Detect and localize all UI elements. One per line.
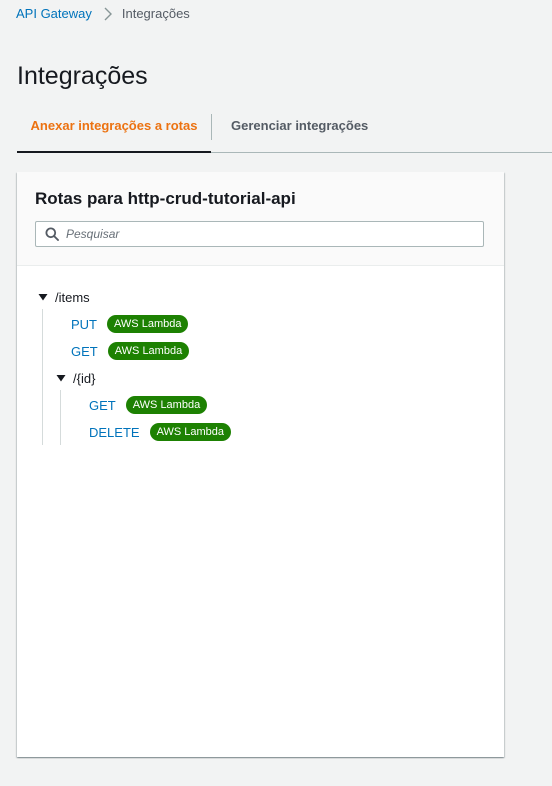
tab-bar: Anexar integrações a rotas Gerenciar int… xyxy=(17,112,552,153)
integration-badge: AWS Lambda xyxy=(125,396,208,414)
integration-badge: AWS Lambda xyxy=(149,423,232,441)
caret-down-icon[interactable] xyxy=(56,373,66,383)
routes-panel: Rotas para http-crud-tutorial-api /items… xyxy=(17,172,504,757)
page-title: Integrações xyxy=(17,62,148,90)
panel-title: Rotas para http-crud-tutorial-api xyxy=(35,189,296,208)
caret-down-icon[interactable] xyxy=(38,292,48,302)
breadcrumb-current: Integrações xyxy=(121,6,190,21)
route-method-item[interactable]: GET AWS Lambda xyxy=(89,395,208,415)
tree-guide-line xyxy=(60,390,61,445)
method-link[interactable]: PUT xyxy=(71,317,97,332)
route-method-item[interactable]: DELETE AWS Lambda xyxy=(89,422,232,442)
breadcrumb-api-gateway-link[interactable]: API Gateway xyxy=(16,6,92,21)
search-box[interactable] xyxy=(35,221,484,247)
tree-guide-line xyxy=(42,309,43,445)
integration-badge: AWS Lambda xyxy=(107,342,190,360)
tab-attach-integrations[interactable]: Anexar integrações a rotas xyxy=(17,112,211,153)
chevron-right-icon xyxy=(104,7,112,21)
route-path-label: /{id} xyxy=(73,370,96,386)
search-icon xyxy=(45,227,59,241)
tab-manage-integrations[interactable]: Gerenciar integrações xyxy=(231,112,368,151)
tab-divider xyxy=(211,114,212,140)
breadcrumb: API Gateway Integrações xyxy=(16,6,190,21)
panel-header: Rotas para http-crud-tutorial-api xyxy=(17,172,504,266)
method-link[interactable]: DELETE xyxy=(89,425,140,440)
method-link[interactable]: GET xyxy=(89,398,116,413)
route-node-id[interactable]: /{id} xyxy=(56,368,95,388)
search-input[interactable] xyxy=(66,227,483,241)
route-method-item[interactable]: GET AWS Lambda xyxy=(71,341,190,361)
route-method-item[interactable]: PUT AWS Lambda xyxy=(71,314,189,334)
route-path-label: /items xyxy=(55,289,90,305)
method-link[interactable]: GET xyxy=(71,344,98,359)
integration-badge: AWS Lambda xyxy=(107,315,189,333)
route-node-items[interactable]: /items xyxy=(38,287,90,307)
